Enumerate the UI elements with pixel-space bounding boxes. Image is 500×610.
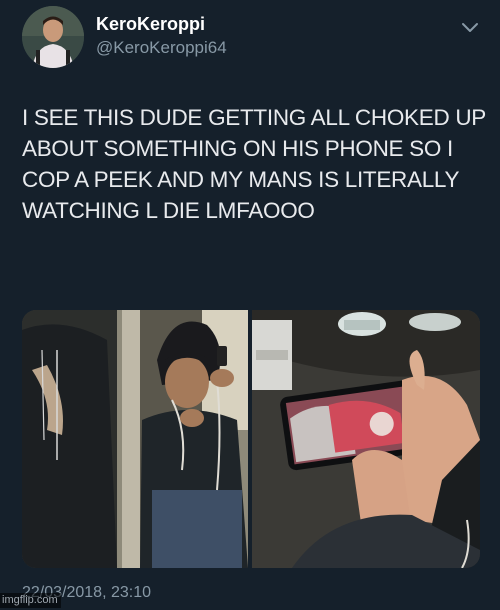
avatar[interactable] <box>22 6 84 68</box>
author-display-name[interactable]: KeroKeroppi <box>96 14 205 35</box>
media-grid <box>22 310 480 568</box>
author-handle[interactable]: @KeroKeroppi64 <box>96 38 227 58</box>
imgflip-watermark: imgflip.com <box>0 593 61 608</box>
tweet-menu-button[interactable] <box>459 16 481 38</box>
phone-screen-photo[interactable] <box>252 310 480 568</box>
subway-passenger-photo[interactable] <box>22 310 248 568</box>
chevron-down-icon <box>462 23 478 32</box>
tweet-text: I SEE THIS DUDE GETTING ALL CHOKED UP AB… <box>22 105 486 223</box>
subway-passenger-image <box>22 310 248 568</box>
avatar-image <box>22 6 84 68</box>
phone-screen-image <box>252 310 480 568</box>
